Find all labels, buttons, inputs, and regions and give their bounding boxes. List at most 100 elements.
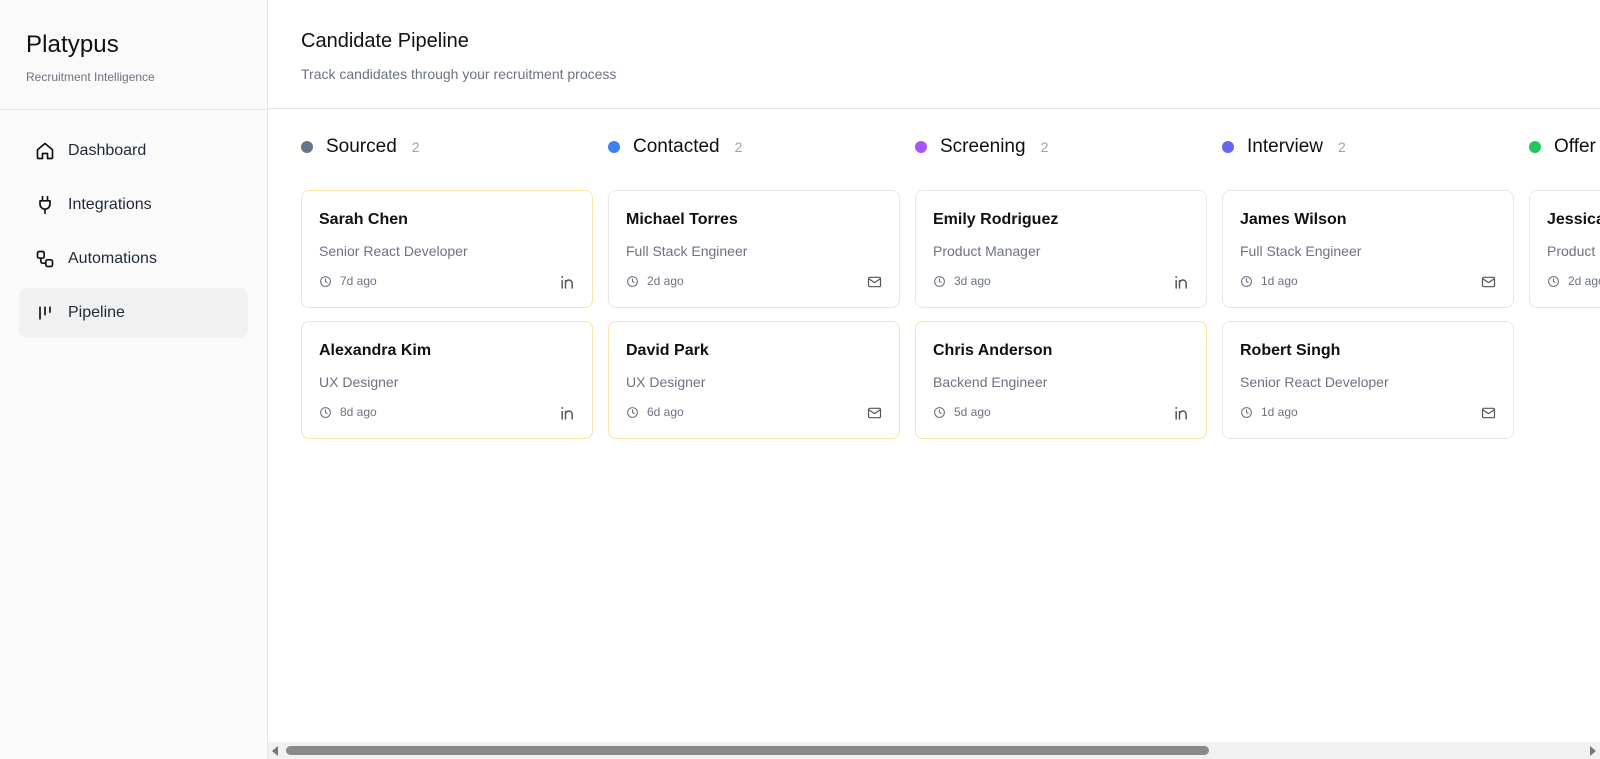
clock-icon <box>1547 275 1560 288</box>
candidate-name: James Wilson <box>1240 211 1347 228</box>
clock-icon <box>1240 275 1253 288</box>
column-screening: Screening 2 Emily Rodriguez Product Mana… <box>915 136 1207 452</box>
column-header: Offer <box>1529 136 1600 158</box>
candidate-time: 3d ago <box>954 274 991 288</box>
column-header: Contacted 2 <box>608 136 900 158</box>
linkedin-icon <box>559 274 576 290</box>
scrollbar-thumb[interactable] <box>286 746 1209 755</box>
candidate-card[interactable]: James Wilson Full Stack Engineer 1d ago <box>1222 190 1514 308</box>
candidate-name: Alexandra Kim <box>319 342 432 359</box>
sidebar-item-automations[interactable]: Automations <box>19 234 248 284</box>
pipeline-board[interactable]: Sourced 2 Sarah Chen Senior React Develo… <box>301 136 1600 726</box>
candidate-name: Chris Anderson <box>933 342 1053 359</box>
column-interview: Interview 2 James Wilson Full Stack Engi… <box>1222 136 1514 452</box>
sidebar-item-integrations[interactable]: Integrations <box>19 180 248 230</box>
clock-icon <box>319 275 332 288</box>
mail-icon <box>866 274 883 290</box>
candidate-time: 6d ago <box>647 405 684 419</box>
scroll-right-arrow-icon[interactable] <box>1590 746 1596 756</box>
column-count: 2 <box>411 139 420 155</box>
column-offer: Offer Jessica Product 2d ago <box>1529 136 1600 321</box>
candidate-role: UX Designer <box>319 374 399 390</box>
sidebar-item-pipeline[interactable]: Pipeline <box>19 288 248 338</box>
candidate-time: 2d ago <box>647 274 684 288</box>
candidate-role: UX Designer <box>626 374 706 390</box>
candidate-card[interactable]: David Park UX Designer 6d ago <box>608 321 900 439</box>
column-sourced: Sourced 2 Sarah Chen Senior React Develo… <box>301 136 593 452</box>
sidebar-item-label: Dashboard <box>68 142 147 159</box>
main-content: Candidate Pipeline Track candidates thro… <box>268 0 1600 759</box>
candidate-name: Emily Rodriguez <box>933 211 1059 228</box>
clock-icon <box>933 406 946 419</box>
plug-icon <box>35 195 55 215</box>
candidate-card[interactable]: Jessica Product 2d ago <box>1529 190 1600 308</box>
clock-icon <box>626 275 639 288</box>
sidebar-item-dashboard[interactable]: Dashboard <box>19 126 248 176</box>
candidate-name: Robert Singh <box>1240 342 1341 359</box>
sidebar-item-label: Integrations <box>68 196 152 213</box>
candidate-card[interactable]: Alexandra Kim UX Designer 8d ago <box>301 321 593 439</box>
column-contacted: Contacted 2 Michael Torres Full Stack En… <box>608 136 900 452</box>
candidate-name: Jessica <box>1547 211 1600 228</box>
sidebar-item-label: Automations <box>68 250 157 267</box>
candidate-role: Product Manager <box>933 243 1041 259</box>
candidate-card[interactable]: Chris Anderson Backend Engineer 5d ago <box>915 321 1207 439</box>
clock-icon <box>626 406 639 419</box>
clock-icon <box>1240 406 1253 419</box>
candidate-role: Senior React Developer <box>1240 374 1389 390</box>
column-title: Screening <box>940 136 1026 157</box>
candidate-card[interactable]: Michael Torres Full Stack Engineer 2d ag… <box>608 190 900 308</box>
candidate-time: 1d ago <box>1261 274 1298 288</box>
brand: Platypus Recruitment Intelligence <box>0 0 267 110</box>
candidate-time: 7d ago <box>340 274 377 288</box>
column-count: 2 <box>1338 139 1346 155</box>
candidate-role: Backend Engineer <box>933 374 1048 390</box>
page-subtitle: Track candidates through your recruitmen… <box>301 66 617 82</box>
column-header: Sourced 2 <box>301 136 593 158</box>
kanban-icon <box>35 303 55 323</box>
candidate-card[interactable]: Sarah Chen Senior React Developer 7d ago <box>301 190 593 308</box>
page-header: Candidate Pipeline Track candidates thro… <box>268 0 1600 109</box>
sidebar-nav: Dashboard Integrations Automations Pipel… <box>0 110 267 338</box>
clock-icon <box>319 406 332 419</box>
mail-icon <box>1480 405 1497 421</box>
workflow-icon <box>35 249 55 269</box>
horizontal-scrollbar[interactable] <box>268 742 1600 759</box>
candidate-role: Product <box>1547 243 1596 259</box>
column-title: Contacted <box>633 136 720 157</box>
candidate-role: Full Stack Engineer <box>626 243 748 259</box>
candidate-name: Sarah Chen <box>319 211 408 228</box>
column-count: 2 <box>734 139 743 155</box>
app-title: Platypus <box>26 31 119 58</box>
candidate-time: 5d ago <box>954 405 991 419</box>
column-header: Interview 2 <box>1222 136 1514 158</box>
candidate-time: 8d ago <box>340 405 377 419</box>
status-dot <box>608 141 620 153</box>
candidate-name: Michael Torres <box>626 211 738 228</box>
scroll-left-arrow-icon[interactable] <box>272 746 278 756</box>
candidate-card[interactable]: Robert Singh Senior React Developer 1d a… <box>1222 321 1514 439</box>
column-header: Screening 2 <box>915 136 1207 158</box>
mail-icon <box>1480 274 1497 290</box>
column-title: Interview <box>1247 136 1324 157</box>
page-title: Candidate Pipeline <box>301 30 469 52</box>
sidebar: Platypus Recruitment Intelligence Dashbo… <box>0 0 268 759</box>
sidebar-item-label: Pipeline <box>68 304 125 321</box>
candidate-card[interactable]: Emily Rodriguez Product Manager 3d ago <box>915 190 1207 308</box>
linkedin-icon <box>559 405 576 421</box>
status-dot <box>915 141 927 153</box>
candidate-time: 1d ago <box>1261 405 1298 419</box>
clock-icon <box>933 275 946 288</box>
linkedin-icon <box>1173 405 1190 421</box>
candidate-role: Full Stack Engineer <box>1240 243 1362 259</box>
column-count: 2 <box>1040 139 1049 155</box>
status-dot <box>1529 141 1541 153</box>
column-title: Sourced <box>326 136 397 157</box>
linkedin-icon <box>1173 274 1190 290</box>
status-dot <box>301 141 313 153</box>
home-icon <box>35 141 55 161</box>
mail-icon <box>866 405 883 421</box>
app-subtitle: Recruitment Intelligence <box>26 70 155 84</box>
column-title: Offer <box>1554 136 1596 157</box>
candidate-time: 2d ago <box>1568 274 1600 288</box>
